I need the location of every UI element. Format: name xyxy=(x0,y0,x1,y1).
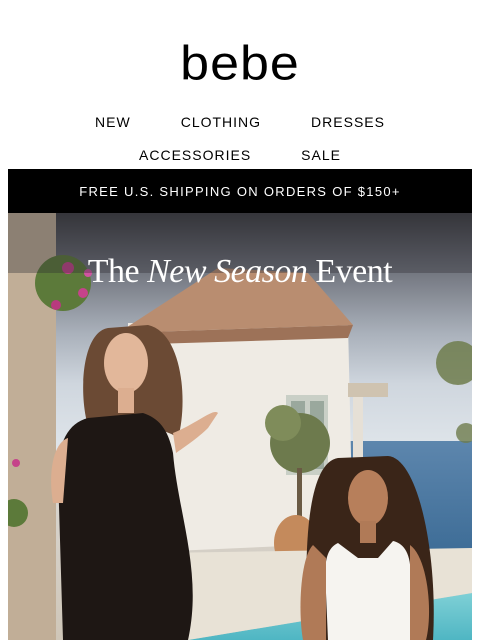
brand-logo[interactable]: bebe xyxy=(180,40,300,88)
hero-title: The New Season Event xyxy=(8,253,472,291)
nav-item-dresses[interactable]: DRESSES xyxy=(311,114,385,130)
nav-item-accessories[interactable]: ACCESSORIES xyxy=(139,147,251,163)
hero-title-part-1: The xyxy=(87,253,148,290)
nav-item-sale[interactable]: SALE xyxy=(301,147,341,163)
main-nav-row-2: ACCESSORIES SALE xyxy=(0,147,480,163)
main-nav-row-1: NEW CLOTHING DRESSES xyxy=(0,114,480,130)
nav-item-new[interactable]: NEW xyxy=(95,114,131,130)
hero-banner[interactable]: The New Season Event xyxy=(8,213,472,640)
hero-title-italic: New Season xyxy=(147,253,308,290)
promo-text: FREE U.S. SHIPPING ON ORDERS OF $150+ xyxy=(79,183,401,199)
logo-container[interactable]: bebe xyxy=(0,38,480,90)
hero-title-part-2: Event xyxy=(307,253,393,290)
shipping-promo-banner[interactable]: FREE U.S. SHIPPING ON ORDERS OF $150+ xyxy=(8,169,472,213)
nav-item-clothing[interactable]: CLOTHING xyxy=(181,114,261,130)
